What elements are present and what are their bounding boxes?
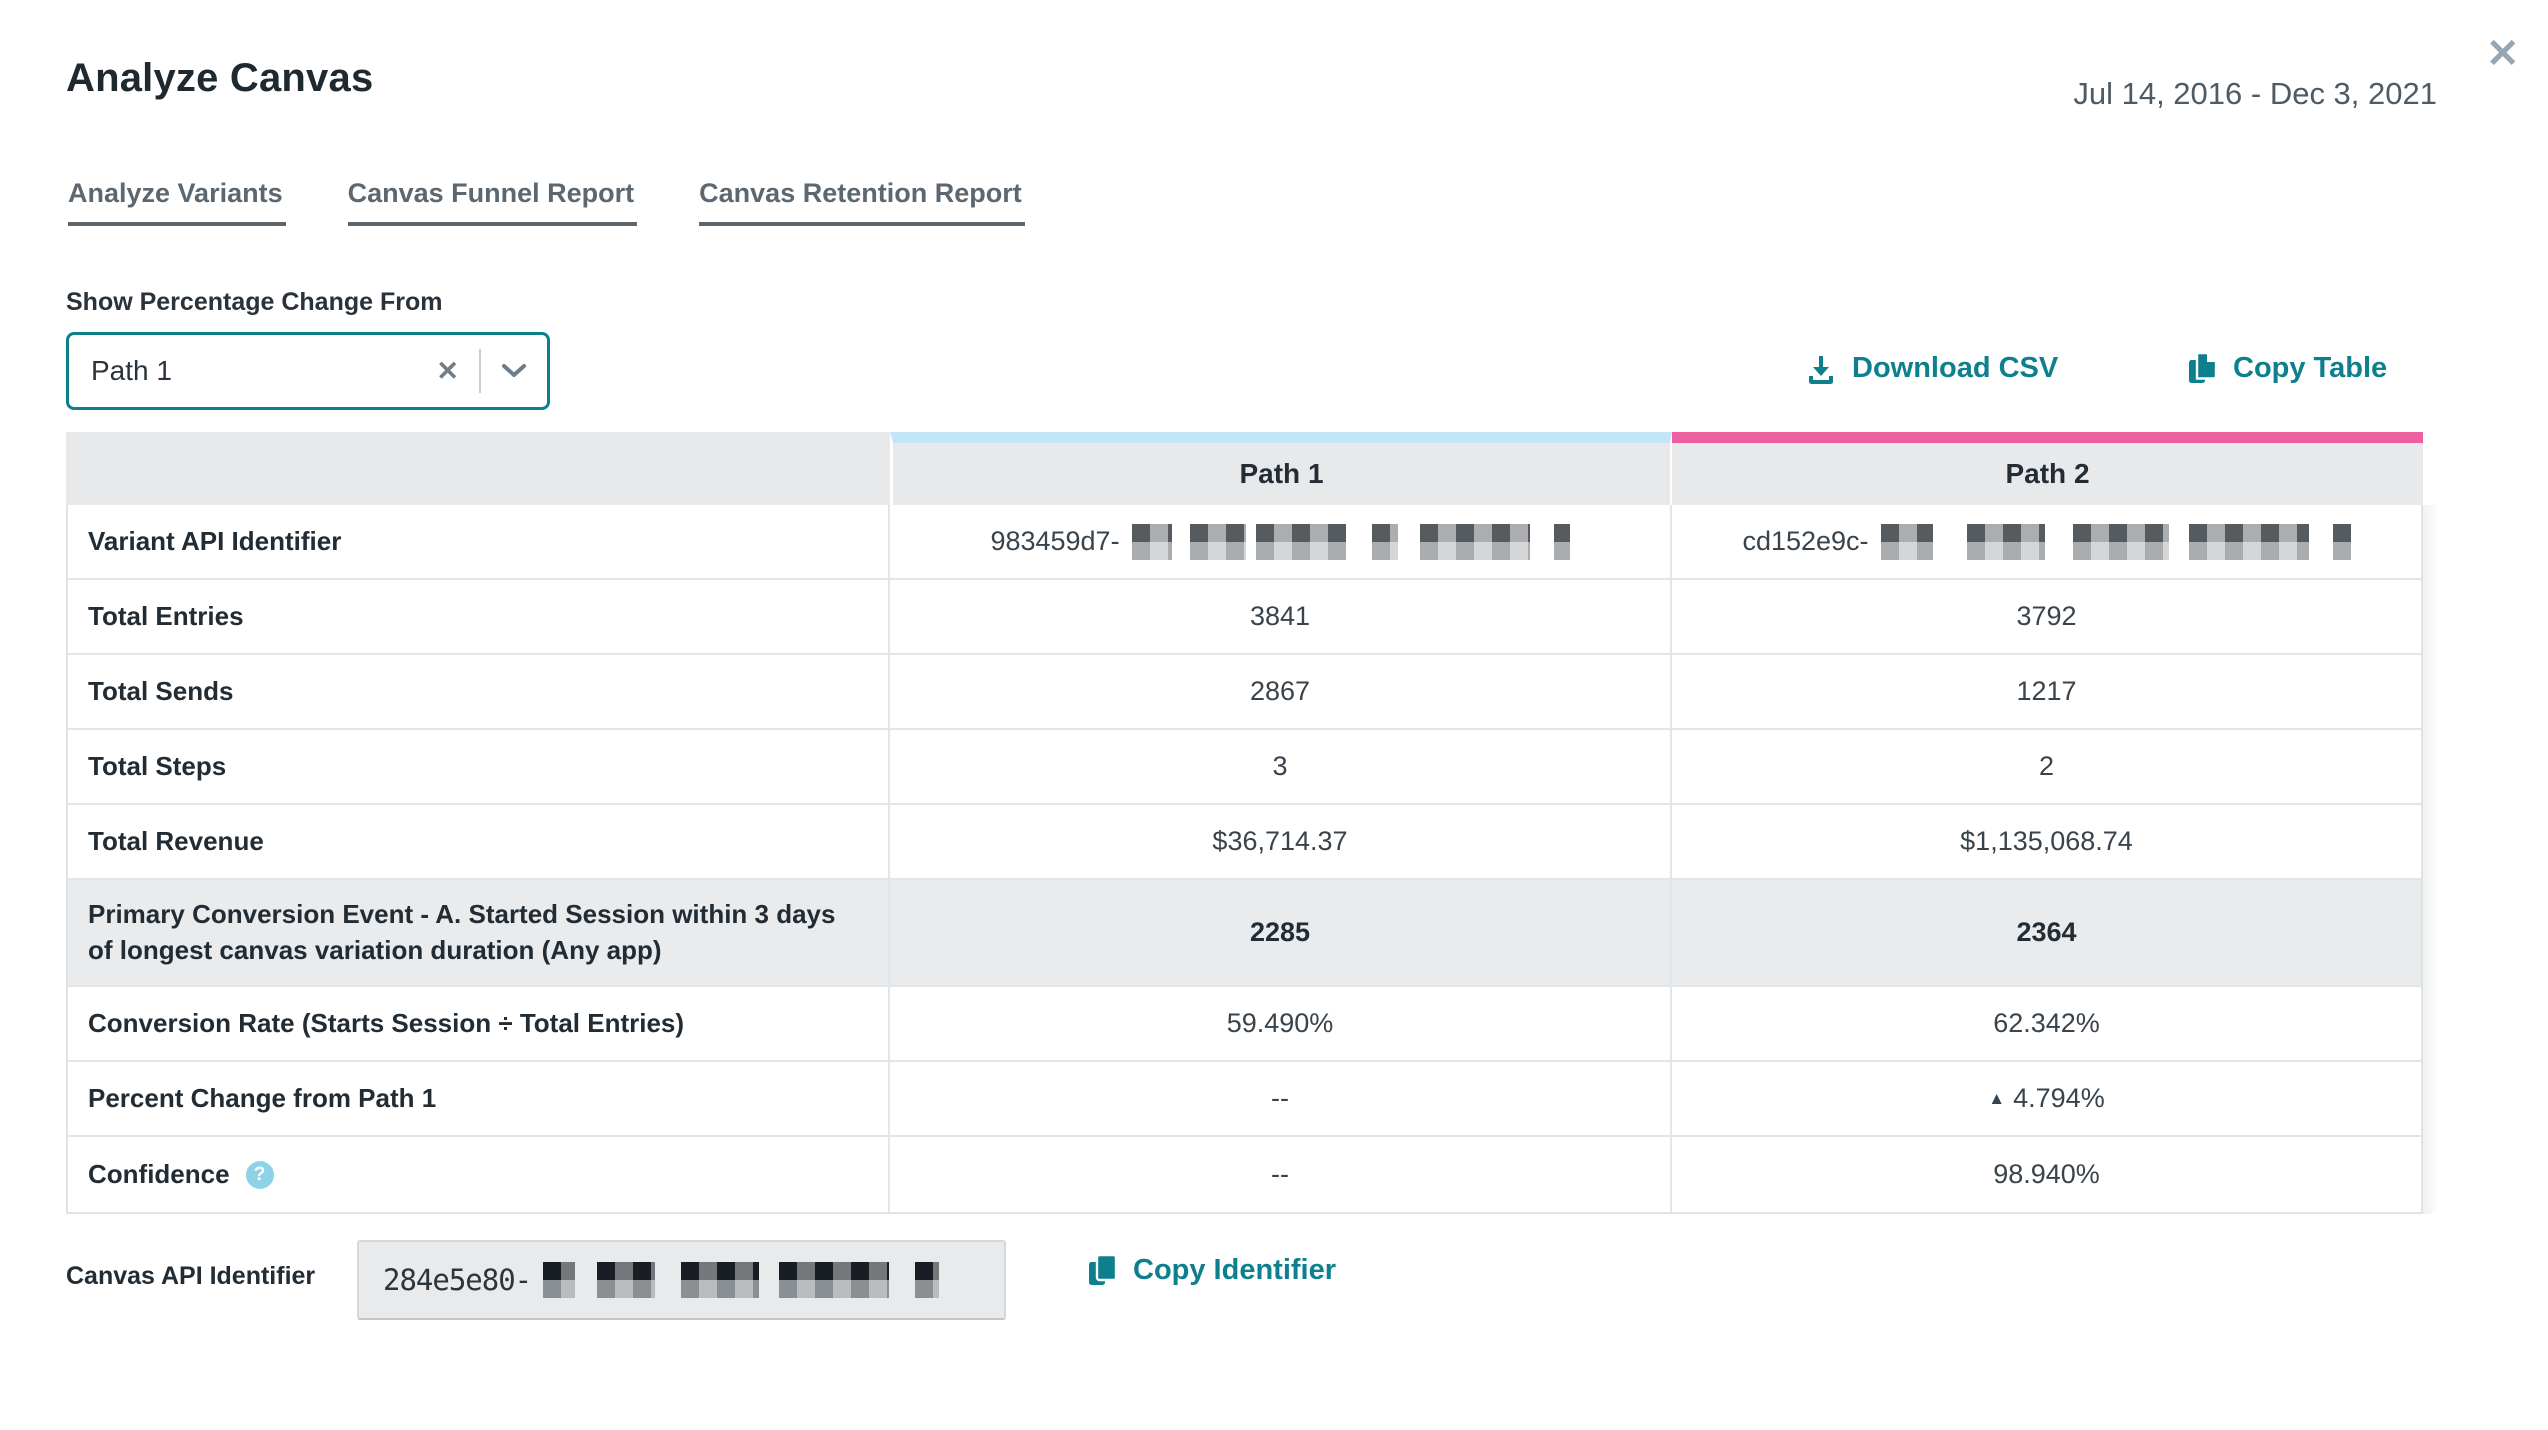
date-range: Jul 14, 2016 - Dec 3, 2021 xyxy=(2073,76,2437,112)
header-empty-cell xyxy=(66,432,890,505)
copy-icon xyxy=(2187,352,2218,385)
path1-value: $36,714.37 xyxy=(890,805,1672,878)
path-select-value: Path 1 xyxy=(69,355,416,387)
canvas-api-identifier-label: Canvas API Identifier xyxy=(66,1262,315,1291)
path1-value: 983459d7- xyxy=(890,505,1672,578)
row-label: Total Sends xyxy=(68,655,890,728)
row-label: Percent Change from Path 1 xyxy=(68,1062,890,1135)
table-row-total-steps: Total Steps 3 2 xyxy=(68,730,2421,805)
header-path2: Path 2 xyxy=(1672,432,2423,505)
path1-value: 3841 xyxy=(890,580,1672,653)
row-label: Total Entries xyxy=(68,580,890,653)
path2-value: 2364 xyxy=(1672,880,2421,985)
table-row-total-entries: Total Entries 3841 3792 xyxy=(68,580,2421,655)
row-label: Conversion Rate (Starts Session ÷ Total … xyxy=(68,987,890,1060)
help-icon[interactable]: ? xyxy=(246,1161,274,1189)
tab-analyze-variants[interactable]: Analyze Variants xyxy=(68,178,286,226)
path2-value: 98.940% xyxy=(1672,1137,2421,1212)
chevron-down-icon[interactable] xyxy=(481,363,547,379)
copy-table-label: Copy Table xyxy=(2233,352,2387,385)
download-csv-button[interactable]: Download CSV xyxy=(1805,352,2058,385)
tab-bar: Analyze Variants Canvas Funnel Report Ca… xyxy=(68,178,1087,226)
download-csv-label: Download CSV xyxy=(1852,352,2058,385)
path1-value: -- xyxy=(890,1062,1672,1135)
row-label: Primary Conversion Event - A. Started Se… xyxy=(68,880,890,985)
header-path1: Path 1 xyxy=(890,432,1672,505)
row-label: Confidence ? xyxy=(68,1137,890,1212)
copy-identifier-label: Copy Identifier xyxy=(1133,1254,1336,1287)
copy-icon xyxy=(1087,1254,1118,1287)
table-row-total-revenue: Total Revenue $36,714.37 $1,135,068.74 xyxy=(68,805,2421,880)
table-header-row: Path 1 Path 2 xyxy=(66,432,2423,505)
tab-canvas-funnel-report[interactable]: Canvas Funnel Report xyxy=(348,178,638,226)
path2-value: $1,135,068.74 xyxy=(1672,805,2421,878)
path2-value: ▲ 4.794% xyxy=(1672,1062,2421,1135)
path2-value: 1217 xyxy=(1672,655,2421,728)
variant-comparison-table: Path 1 Path 2 Variant API Identifier 983… xyxy=(66,432,2423,1214)
path1-value: 2285 xyxy=(890,880,1672,985)
path1-value: 3 xyxy=(890,730,1672,803)
copy-identifier-button[interactable]: Copy Identifier xyxy=(1087,1254,1336,1287)
copy-table-button[interactable]: Copy Table xyxy=(2187,352,2387,385)
path-select-dropdown[interactable]: Path 1 ✕ xyxy=(66,332,550,410)
path2-value: 3792 xyxy=(1672,580,2421,653)
canvas-api-identifier-value: 284e5e80- xyxy=(357,1240,1006,1320)
row-label: Total Steps xyxy=(68,730,890,803)
close-icon[interactable]: ✕ xyxy=(2486,34,2520,74)
path2-value: 62.342% xyxy=(1672,987,2421,1060)
path1-value: 59.490% xyxy=(890,987,1672,1060)
clear-selection-icon[interactable]: ✕ xyxy=(416,356,479,387)
path1-value: -- xyxy=(890,1137,1672,1212)
table-row-total-sends: Total Sends 2867 1217 xyxy=(68,655,2421,730)
table-row-primary-conversion-event: Primary Conversion Event - A. Started Se… xyxy=(68,880,2421,987)
path1-value: 2867 xyxy=(890,655,1672,728)
download-icon xyxy=(1805,353,1837,385)
table-row-conversion-rate: Conversion Rate (Starts Session ÷ Total … xyxy=(68,987,2421,1062)
path2-value: cd152e9c- xyxy=(1672,505,2421,578)
redacted-id xyxy=(1132,524,1570,560)
path2-value: 2 xyxy=(1672,730,2421,803)
tab-canvas-retention-report[interactable]: Canvas Retention Report xyxy=(699,178,1025,226)
table-row-confidence: Confidence ? -- 98.940% xyxy=(68,1137,2421,1212)
table-row-percent-change: Percent Change from Path 1 -- ▲ 4.794% xyxy=(68,1062,2421,1137)
page-title: Analyze Canvas xyxy=(66,56,373,101)
arrow-up-icon: ▲ xyxy=(1988,1089,2005,1109)
table-row-variant-api: Variant API Identifier 983459d7- cd152e9… xyxy=(68,505,2421,580)
show-percentage-change-label: Show Percentage Change From xyxy=(66,288,442,317)
row-label: Total Revenue xyxy=(68,805,890,878)
redacted-id xyxy=(1881,524,2351,560)
redacted-id xyxy=(543,1262,939,1298)
row-label: Variant API Identifier xyxy=(68,505,890,578)
